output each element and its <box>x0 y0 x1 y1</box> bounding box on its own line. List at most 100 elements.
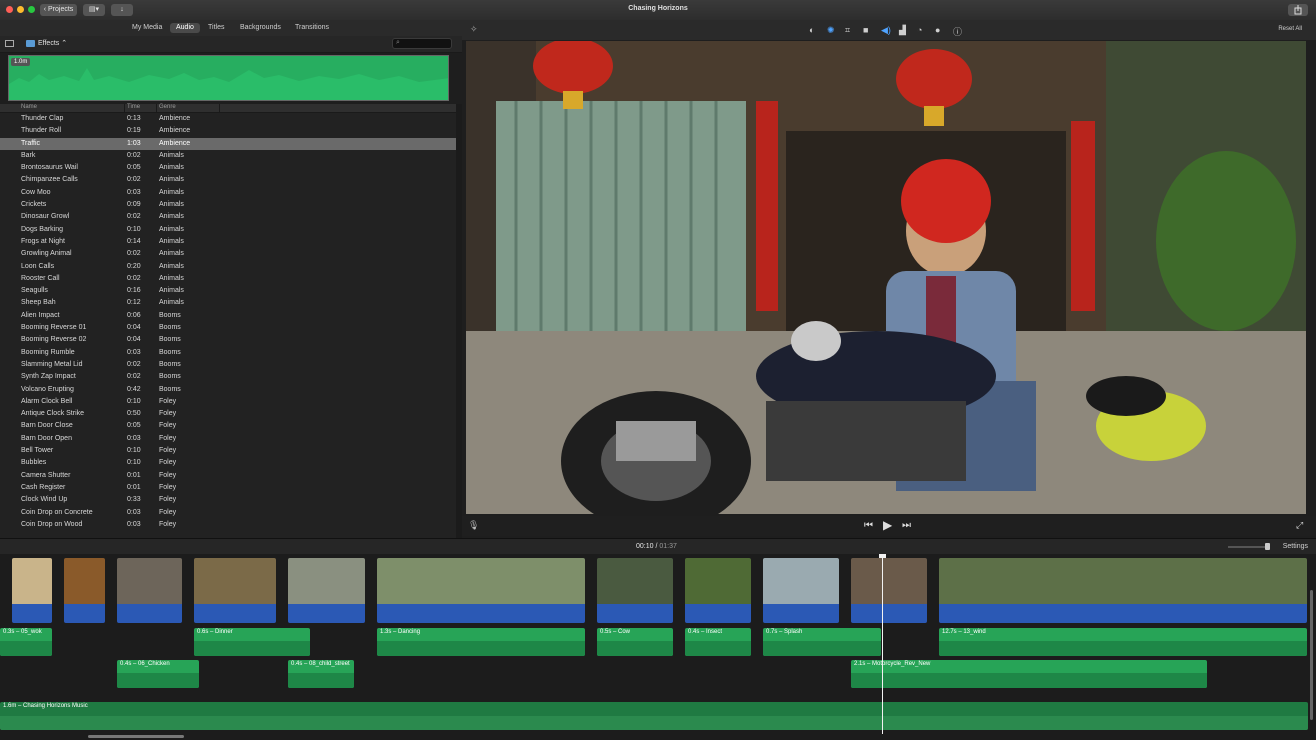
video-clip-dancing[interactable] <box>377 558 585 623</box>
crop-icon[interactable]: ⌗ <box>845 25 850 36</box>
list-item[interactable]: Volcano Erupting 0:42 Booms <box>0 384 456 396</box>
list-item[interactable]: Alarm Clock Bell 0:10 Foley <box>0 396 456 408</box>
microphone-icon[interactable]: 🎙︎ <box>468 520 479 531</box>
skip-forward-icon[interactable]: ⏭ <box>902 520 911 531</box>
list-item[interactable]: Cash Register 0:01 Foley <box>0 482 456 494</box>
clip-audio-waveform <box>939 604 1307 623</box>
tab-transitions[interactable]: Transitions <box>289 23 335 33</box>
list-item[interactable]: Seagulls 0:16 Animals <box>0 285 456 297</box>
item-name: Booming Reverse 02 <box>21 336 87 344</box>
column-name[interactable]: Name <box>21 104 37 110</box>
list-item[interactable]: Loon Calls 0:20 Animals <box>0 261 456 273</box>
color-correction-icon[interactable]: ✺ <box>827 25 835 36</box>
info-icon[interactable]: ⓘ <box>953 25 962 38</box>
column-time[interactable]: Time <box>127 104 140 110</box>
noise-reduction-icon[interactable]: ▟ <box>899 25 906 36</box>
video-clip-wok[interactable] <box>12 558 52 623</box>
audio-clip[interactable]: 12.7s – 13_wind <box>939 628 1307 656</box>
timeline-horizontal-scrollbar[interactable] <box>88 735 184 738</box>
list-item[interactable]: Traffic 1:03 Ambience <box>0 137 456 150</box>
video-clip-splash[interactable] <box>763 558 839 623</box>
video-clip-street[interactable] <box>288 558 365 623</box>
skip-back-icon[interactable]: ⏮ <box>864 520 873 531</box>
list-item[interactable]: Dinosaur Growl 0:02 Animals <box>0 211 456 223</box>
audio-clip[interactable]: 0.5s – Cow <box>597 628 673 656</box>
video-clip-fire[interactable] <box>64 558 105 623</box>
audio-clip[interactable]: 0.7s – Splash <box>763 628 881 656</box>
video-clip-dinner[interactable] <box>194 558 276 623</box>
playhead[interactable] <box>882 556 883 734</box>
list-item[interactable]: Crickets 0:09 Animals <box>0 199 456 211</box>
video-clip-wind[interactable] <box>939 558 1307 623</box>
video-clip-cow[interactable] <box>597 558 673 623</box>
timeline-vertical-scrollbar[interactable] <box>1310 590 1313 720</box>
sidebar-toggle-icon[interactable] <box>5 40 14 47</box>
video-clip-chicken[interactable] <box>117 558 182 623</box>
audio-clip[interactable]: 0.6s – Dinner <box>194 628 310 656</box>
tab-titles[interactable]: Titles <box>202 23 230 33</box>
video-clip-insect[interactable] <box>685 558 751 623</box>
list-item[interactable]: Bubbles 0:10 Foley <box>0 457 456 469</box>
audio-clip[interactable]: 0.4s – 06_Chicken <box>117 660 199 688</box>
timeline-settings-button[interactable]: Settings <box>1283 543 1308 550</box>
clip-audio-waveform <box>685 604 751 623</box>
video-clip-motorcycle[interactable] <box>851 558 927 623</box>
item-name: Volcano Erupting <box>21 385 74 393</box>
zoom-slider[interactable] <box>1228 546 1268 548</box>
list-item[interactable]: Frogs at Night 0:14 Animals <box>0 236 456 248</box>
stabilization-icon[interactable]: ■ <box>863 25 868 35</box>
audio-clip[interactable]: 2.1s – Motorcycle_Rev_New <box>851 660 1207 688</box>
speed-icon[interactable]: ◔ <box>917 25 922 35</box>
list-item[interactable]: Sheep Bah 0:12 Animals <box>0 297 456 309</box>
play-icon[interactable]: ▶ <box>883 518 892 532</box>
list-item[interactable]: Chimpanzee Calls 0:02 Animals <box>0 174 456 186</box>
list-item[interactable]: Thunder Clap 0:13 Ambience <box>0 113 456 125</box>
list-item[interactable]: Camera Shutter 0:01 Foley <box>0 470 456 482</box>
clip-filter-icon[interactable]: ● <box>935 25 940 35</box>
list-item[interactable]: Growling Animal 0:02 Animals <box>0 248 456 260</box>
list-item[interactable]: Bell Tower 0:10 Foley <box>0 445 456 457</box>
tab-my-media[interactable]: My Media <box>126 23 168 33</box>
list-item[interactable]: Antique Clock Strike 0:50 Foley <box>0 408 456 420</box>
list-item[interactable]: Synth Zap Impact 0:02 Booms <box>0 371 456 383</box>
magic-wand-icon[interactable]: ✧ <box>470 24 478 35</box>
list-item[interactable]: Cow Moo 0:03 Animals <box>0 187 456 199</box>
list-item[interactable]: Barn Door Open 0:03 Foley <box>0 433 456 445</box>
item-genre: Ambience <box>159 127 191 135</box>
list-item[interactable]: Coin Drop on Wood 0:03 Foley <box>0 519 456 531</box>
audio-clip[interactable]: 0.4s – Insect <box>685 628 751 656</box>
item-time: 0:09 <box>127 201 141 209</box>
list-item[interactable]: Dogs Barking 0:10 Animals <box>0 224 456 236</box>
tab-backgrounds[interactable]: Backgrounds <box>234 23 287 33</box>
audio-clip[interactable]: 0.4s – 08_child_street <box>288 660 354 688</box>
list-item[interactable]: Thunder Roll 0:19 Ambience <box>0 125 456 137</box>
list-item[interactable]: Coin Drop on Concrete 0:03 Foley <box>0 507 456 519</box>
audio-clip[interactable]: 1.3s – Dancing <box>377 628 585 656</box>
list-item[interactable]: Brontosaurus Wail 0:05 Animals <box>0 162 456 174</box>
audio-preview-waveform[interactable]: 1.0m <box>8 55 449 101</box>
list-item[interactable]: Slamming Metal Lid 0:02 Booms <box>0 359 456 371</box>
list-item[interactable]: Booming Rumble 0:03 Booms <box>0 347 456 359</box>
column-genre[interactable]: Genre <box>159 104 176 110</box>
list-item[interactable]: Booming Reverse 01 0:04 Booms <box>0 322 456 334</box>
list-item[interactable]: Rooster Call 0:02 Animals <box>0 273 456 285</box>
list-item[interactable]: Booming Reverse 02 0:04 Booms <box>0 334 456 346</box>
background-music-track[interactable]: 1.6m – Chasing Horizons Music <box>0 702 1308 730</box>
list-scrollbar[interactable] <box>456 104 462 538</box>
source-selector[interactable]: Effects ⌃ <box>38 39 67 47</box>
audio-clip[interactable]: 0.3s – 05_wok <box>0 628 52 656</box>
list-item[interactable]: Clock Wind Up 0:33 Foley <box>0 494 456 506</box>
tab-audio[interactable]: Audio <box>170 23 200 33</box>
item-genre: Animals <box>159 299 184 307</box>
item-time: 0:13 <box>127 115 141 122</box>
list-item[interactable]: Alien Impact 0:06 Booms <box>0 310 456 322</box>
color-balance-icon[interactable]: ◐ <box>809 25 814 35</box>
volume-icon[interactable]: ◀) <box>881 25 891 36</box>
list-item[interactable]: Bark 0:02 Animals <box>0 150 456 162</box>
share-button[interactable] <box>1288 4 1308 16</box>
search-field[interactable]: ⌕ <box>392 38 452 49</box>
fullscreen-icon[interactable]: ⤢ <box>1296 520 1303 531</box>
zoom-slider-knob[interactable] <box>1265 543 1270 550</box>
reset-all-button[interactable]: Reset All <box>1278 26 1302 32</box>
list-item[interactable]: Barn Door Close 0:05 Foley <box>0 420 456 432</box>
